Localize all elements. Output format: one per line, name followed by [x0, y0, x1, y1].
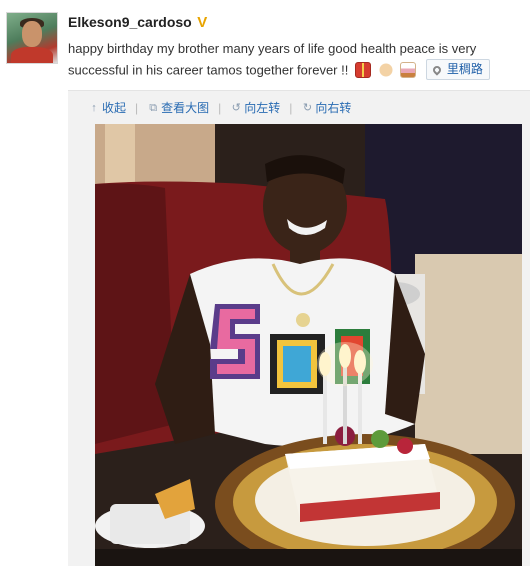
- post-header: Elkeson9_cardoso V: [68, 14, 210, 30]
- rotate-left-button[interactable]: ↺ 向左转: [230, 99, 281, 116]
- avatar-shirt: [11, 47, 53, 63]
- rotate-right-icon: ↻: [302, 101, 313, 114]
- post-photo[interactable]: [95, 124, 522, 566]
- gift-emoji-icon: [354, 61, 371, 78]
- collapse-arrow-icon: ↑: [91, 101, 97, 114]
- birthday-photo-illustration: [95, 124, 522, 566]
- verified-badge-icon[interactable]: V: [195, 15, 210, 30]
- media-expanded-panel: ↑ 收起 | ⧉ 查看大图 | ↺ 向左转 | ↻ 向右转: [68, 90, 530, 566]
- clap-emoji-icon: [377, 61, 394, 78]
- view-large-button[interactable]: ⧉ 查看大图: [147, 99, 209, 116]
- username-link[interactable]: Elkeson9_cardoso: [68, 14, 192, 30]
- rotate-left-label: 向左转: [244, 101, 281, 115]
- user-avatar[interactable]: [6, 12, 58, 64]
- toolbar-divider: |: [218, 100, 222, 115]
- collapse-button[interactable]: ↑ 收起: [88, 99, 126, 116]
- collapse-label: 收起: [102, 101, 127, 115]
- media-toolbar: ↑ 收起 | ⧉ 查看大图 | ↺ 向左转 | ↻ 向右转: [88, 99, 351, 116]
- toolbar-divider: |: [135, 100, 139, 115]
- view-large-label: 查看大图: [161, 101, 210, 115]
- location-label: 里稠路: [446, 62, 483, 76]
- location-tag[interactable]: 里稠路: [425, 59, 490, 80]
- view-large-icon: ⧉: [149, 101, 158, 114]
- rotate-right-label: 向右转: [315, 101, 352, 115]
- toolbar-divider: |: [289, 100, 293, 115]
- avatar-face: [22, 21, 42, 47]
- post-text: happy birthday my brother many years of …: [68, 41, 477, 78]
- rotate-right-button[interactable]: ↻ 向右转: [301, 99, 352, 116]
- rotate-left-icon: ↺: [231, 101, 241, 114]
- cake-emoji-icon: [400, 61, 417, 78]
- post-content: happy birthday my brother many years of …: [68, 38, 508, 81]
- location-pin-icon: [431, 63, 443, 76]
